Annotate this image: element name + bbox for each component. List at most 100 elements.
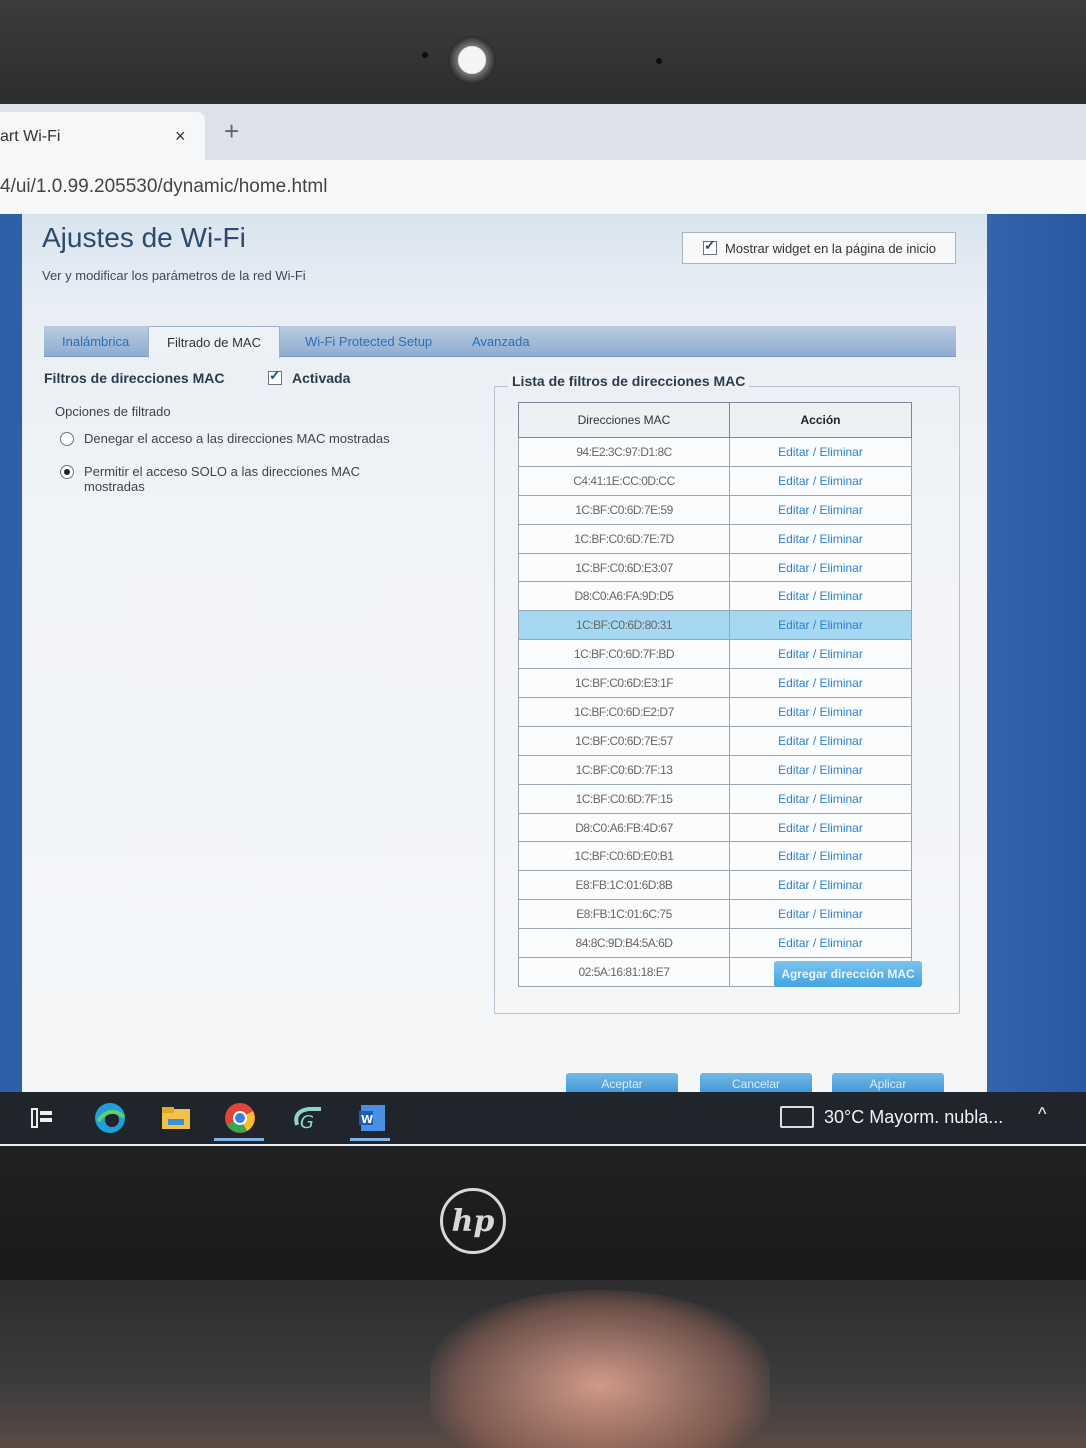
- tab-mac-filtering[interactable]: Filtrado de MAC: [148, 326, 280, 358]
- task-view-icon[interactable]: [24, 1100, 60, 1136]
- mac-address-cell: 1C:BF:C0:6D:E3:07: [518, 552, 730, 583]
- edit-delete-link[interactable]: Editar / Eliminar: [729, 697, 912, 727]
- svg-text:W: W: [361, 1113, 373, 1126]
- table-row[interactable]: 84:8C:9D:B4:5A:6D Editar / Eliminar: [518, 928, 912, 959]
- new-tab-icon[interactable]: +: [224, 116, 239, 147]
- edit-delete-link[interactable]: Editar / Eliminar: [729, 494, 912, 525]
- edit-delete-link[interactable]: Editar / Eliminar: [729, 841, 912, 872]
- mac-address-cell: 1C:BF:C0:6D:7F:13: [518, 754, 730, 785]
- tab-wps[interactable]: Wi-Fi Protected Setup: [305, 326, 455, 356]
- table-row[interactable]: C4:41:1E:CC:0D:CC Editar / Eliminar: [518, 465, 912, 496]
- mac-address-cell: 1C:BF:C0:6D:E0:B1: [518, 841, 730, 872]
- mac-table: Direcciones MAC Acción 94:E2:3C:97:D1:8C…: [518, 402, 912, 987]
- mac-address-cell: 1C:BF:C0:6D:7E:59: [518, 494, 730, 525]
- radio-unselected-icon[interactable]: [60, 432, 74, 446]
- edit-delete-link[interactable]: Editar / Eliminar: [729, 870, 912, 901]
- add-mac-button[interactable]: Agregar dirección MAC: [774, 961, 922, 987]
- edit-delete-link[interactable]: Editar / Eliminar: [729, 899, 912, 930]
- address-bar[interactable]: 4/ui/1.0.99.205530/dynamic/home.html: [0, 160, 1086, 215]
- settings-tabs: Inalámbrica Filtrado de MAC Wi-Fi Protec…: [44, 326, 956, 358]
- edit-delete-link[interactable]: Editar / Eliminar: [729, 437, 912, 467]
- active-app-indicator: [350, 1138, 390, 1141]
- mac-filter-title: Filtros de direcciones MAC: [44, 370, 225, 386]
- checkbox-checked-icon[interactable]: [703, 237, 717, 255]
- tab-advanced[interactable]: Avanzada: [472, 326, 552, 356]
- table-row[interactable]: D8:C0:A6:FA:9D:D5 Editar / Eliminar: [518, 581, 912, 612]
- url-text[interactable]: 4/ui/1.0.99.205530/dynamic/home.html: [0, 176, 327, 198]
- weather-widget[interactable]: 30°C Mayorm. nubla...: [780, 1106, 1003, 1128]
- mac-address-cell: 84:8C:9D:B4:5A:6D: [518, 928, 730, 959]
- mac-address-cell: E8:FB:1C:01:6C:75: [518, 899, 730, 930]
- browser-tab[interactable]: art Wi-Fi ×: [0, 112, 205, 160]
- edit-delete-link[interactable]: Editar / Eliminar: [729, 610, 912, 641]
- edit-delete-link[interactable]: Editar / Eliminar: [729, 639, 912, 670]
- radio-selected-icon[interactable]: [60, 465, 74, 479]
- mac-address-cell: D8:C0:A6:FB:4D:67: [518, 812, 730, 843]
- word-icon[interactable]: W: [354, 1100, 390, 1136]
- table-row[interactable]: 1C:BF:C0:6D:7E:59 Editar / Eliminar: [518, 494, 912, 525]
- mac-filter-enabled-toggle[interactable]: Activada: [268, 367, 350, 386]
- show-widget-label: Mostrar widget en la página de inicio: [725, 240, 937, 256]
- column-header-mac: Direcciones MAC: [518, 402, 730, 438]
- table-row[interactable]: 1C:BF:C0:6D:7F:15 Editar / Eliminar: [518, 783, 912, 814]
- mac-address-cell: D8:C0:A6:FA:9D:D5: [518, 581, 730, 612]
- mac-address-cell: 94:E2:3C:97:D1:8C: [518, 437, 730, 467]
- svg-text:G: G: [300, 1112, 314, 1133]
- mac-address-cell: E8:FB:1C:01:6D:8B: [518, 870, 730, 901]
- app-g-icon[interactable]: G: [290, 1100, 326, 1136]
- table-row[interactable]: 1C:BF:C0:6D:7F:13 Editar / Eliminar: [518, 754, 912, 785]
- sensor-dot: [656, 58, 662, 64]
- edit-delete-link[interactable]: Editar / Eliminar: [729, 523, 912, 554]
- edit-delete-link[interactable]: Editar / Eliminar: [729, 668, 912, 699]
- edit-delete-link[interactable]: Editar / Eliminar: [729, 754, 912, 785]
- filter-options-label: Opciones de filtrado: [55, 404, 171, 419]
- edit-delete-link[interactable]: Editar / Eliminar: [729, 783, 912, 814]
- page-title: Ajustes de Wi-Fi: [42, 222, 246, 253]
- column-header-action: Acción: [729, 402, 912, 438]
- close-tab-icon[interactable]: ×: [175, 126, 186, 147]
- hp-logo: hp: [440, 1188, 506, 1254]
- mac-address-cell: 1C:BF:C0:6D:7F:BD: [518, 639, 730, 670]
- deny-option[interactable]: Denegar el acceso a las direcciones MAC …: [60, 431, 420, 446]
- deny-option-label: Denegar el acceso a las direcciones MAC …: [84, 431, 390, 446]
- checkbox-checked-icon[interactable]: [268, 367, 282, 385]
- browser-tab-bar: art Wi-Fi × +: [0, 104, 1086, 160]
- active-app-indicator: [214, 1138, 264, 1141]
- edit-delete-link[interactable]: Editar / Eliminar: [729, 812, 912, 843]
- file-explorer-icon[interactable]: [158, 1100, 194, 1136]
- table-row[interactable]: 1C:BF:C0:6D:7F:BD Editar / Eliminar: [518, 639, 912, 670]
- chrome-icon[interactable]: [222, 1100, 258, 1136]
- table-row[interactable]: 1C:BF:C0:6D:E3:07 Editar / Eliminar: [518, 552, 912, 583]
- edit-delete-link[interactable]: Editar / Eliminar: [729, 465, 912, 496]
- table-row[interactable]: E8:FB:1C:01:6D:8B Editar / Eliminar: [518, 870, 912, 901]
- table-row[interactable]: 94:E2:3C:97:D1:8C Editar / Eliminar: [518, 437, 912, 467]
- table-row[interactable]: 1C:BF:C0:6D:80:31 Editar / Eliminar: [518, 610, 912, 641]
- mac-address-cell: 1C:BF:C0:6D:7E:57: [518, 725, 730, 756]
- mac-address-cell: 1C:BF:C0:6D:80:31: [518, 610, 730, 641]
- table-row[interactable]: E8:FB:1C:01:6C:75 Editar / Eliminar: [518, 899, 912, 930]
- table-row[interactable]: 1C:BF:C0:6D:E0:B1 Editar / Eliminar: [518, 841, 912, 872]
- show-widget-checkbox[interactable]: Mostrar widget en la página de inicio: [682, 232, 956, 264]
- table-row[interactable]: 1C:BF:C0:6D:E2:D7 Editar / Eliminar: [518, 697, 912, 727]
- allow-option[interactable]: Permitir el acceso SOLO a las direccione…: [60, 464, 360, 494]
- edge-icon[interactable]: [92, 1100, 128, 1136]
- table-row[interactable]: 1C:BF:C0:6D:7E:7D Editar / Eliminar: [518, 523, 912, 554]
- browser-tab-title: art Wi-Fi: [0, 128, 61, 145]
- mac-list-legend: Lista de filtros de direcciones MAC: [508, 373, 750, 389]
- edit-delete-link[interactable]: Editar / Eliminar: [729, 725, 912, 756]
- table-row[interactable]: 1C:BF:C0:6D:7E:57 Editar / Eliminar: [518, 725, 912, 756]
- sensor-dot: [422, 52, 428, 58]
- edit-delete-link[interactable]: Editar / Eliminar: [729, 928, 912, 959]
- edit-delete-link[interactable]: Editar / Eliminar: [729, 581, 912, 612]
- page-subtitle: Ver y modificar los parámetros de la red…: [42, 268, 306, 283]
- mac-address-cell: 1C:BF:C0:6D:7E:7D: [518, 523, 730, 554]
- mac-address-cell: 1C:BF:C0:6D:E2:D7: [518, 697, 730, 727]
- webcam-icon: [448, 36, 496, 84]
- show-hidden-icons-chevron-icon[interactable]: ^: [1038, 1104, 1046, 1125]
- tab-inalambrica[interactable]: Inalámbrica: [62, 326, 152, 356]
- table-row[interactable]: D8:C0:A6:FB:4D:67 Editar / Eliminar: [518, 812, 912, 843]
- news-weather-icon: [780, 1106, 814, 1128]
- edit-delete-link[interactable]: Editar / Eliminar: [729, 552, 912, 583]
- mac-address-cell: 1C:BF:C0:6D:7F:15: [518, 783, 730, 814]
- table-row[interactable]: 1C:BF:C0:6D:E3:1F Editar / Eliminar: [518, 668, 912, 699]
